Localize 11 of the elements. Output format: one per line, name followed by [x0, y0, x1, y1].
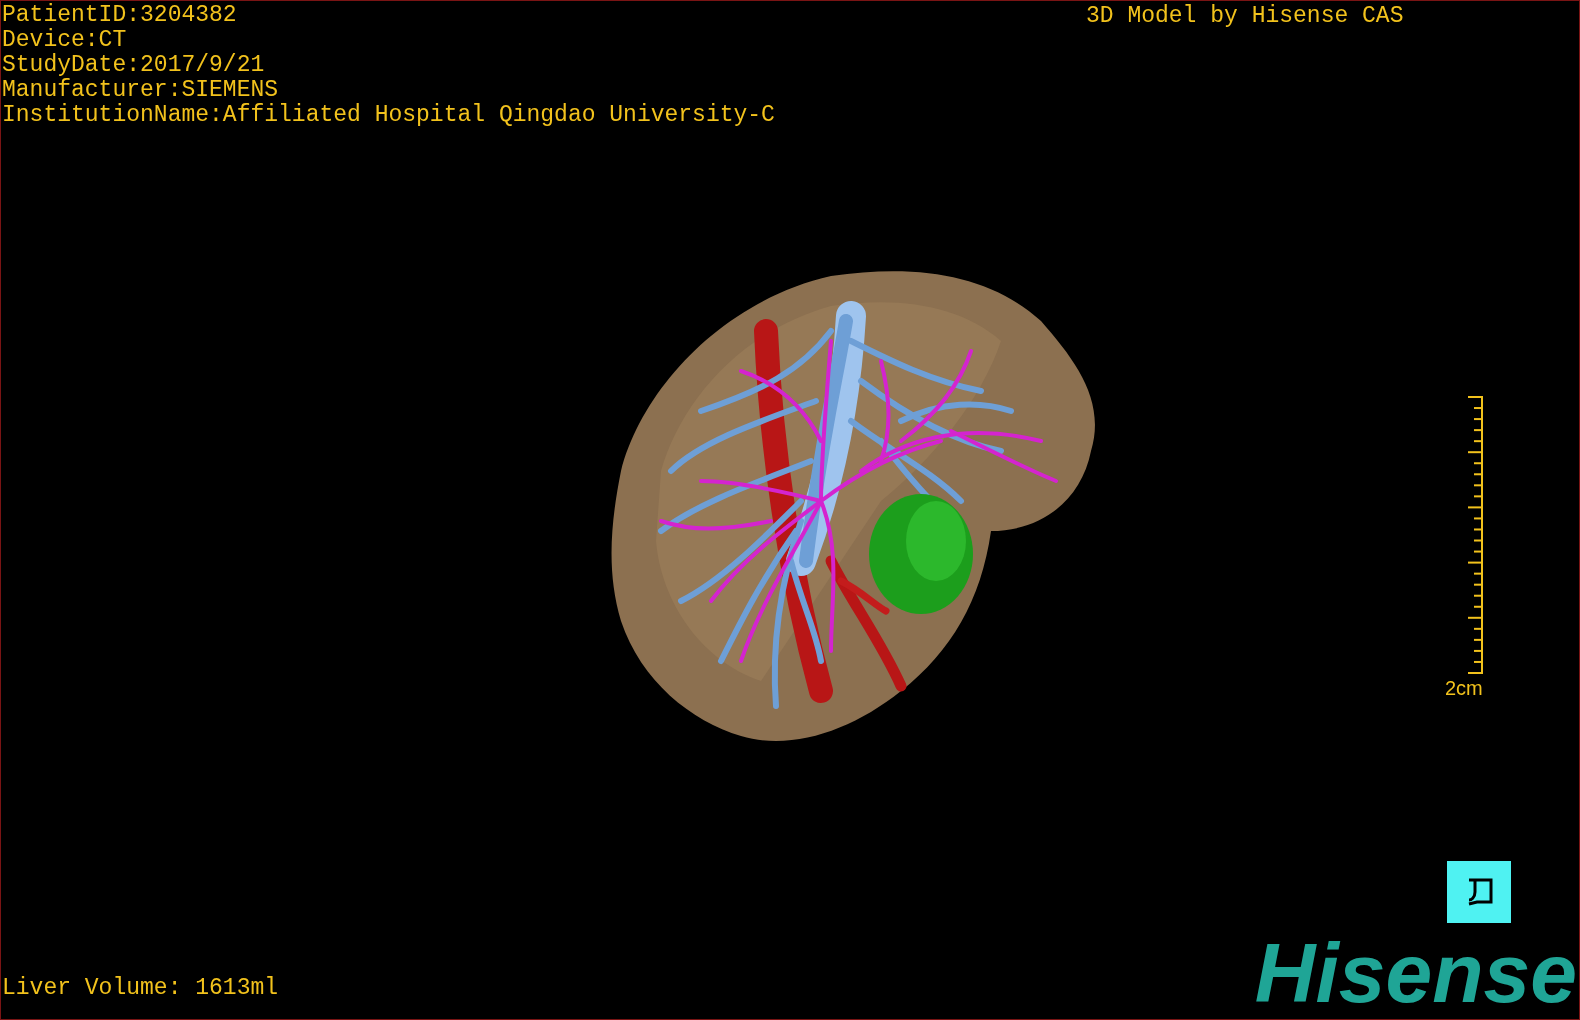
- patient-info-line: Device:CT: [2, 28, 128, 53]
- scale-label: 2cm: [1445, 678, 1483, 698]
- liver-volume: Liver Volume: 1613ml: [2, 976, 279, 1001]
- orientation-cube-icon[interactable]: [1447, 861, 1511, 923]
- scale-ruler-icon: [1467, 396, 1483, 674]
- viewer-title: 3D Model by Hisense CAS: [1086, 4, 1404, 29]
- patient-info-line: PatientID:3204382: [2, 3, 238, 28]
- patient-info-line: StudyDate:2017/9/21: [2, 53, 266, 78]
- patient-info-line: Manufacturer:SIEMENS: [2, 78, 280, 103]
- patient-info-line: InstitutionName:Affiliated Hospital Qingdao University-C: [2, 103, 775, 128]
- brand-logo: Hisense: [1254, 931, 1577, 1015]
